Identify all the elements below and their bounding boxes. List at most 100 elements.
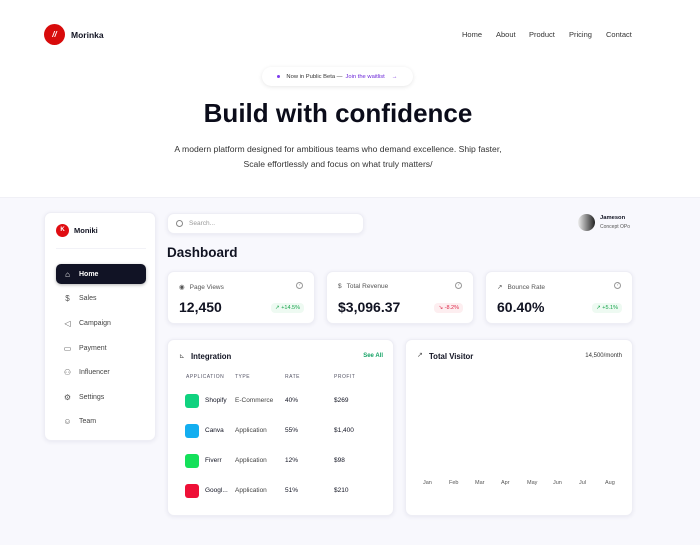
app-name: Googl... <box>205 487 228 494</box>
nav-contact[interactable]: Contact <box>606 30 632 39</box>
stat-label-text: Bounce Rate <box>507 284 545 291</box>
app-profit: $210 <box>334 487 348 494</box>
x-axis-label: Jul <box>579 480 586 486</box>
trend-badge: ↘ -8.2% <box>434 303 463 313</box>
hero-title: Build with confidence <box>0 98 676 129</box>
stat-label: ↗ Bounce Rate <box>497 283 545 291</box>
table-row[interactable]: Fiverr Application 12% $98 <box>185 454 385 468</box>
beta-pill[interactable]: Now in Public Beta — Join the waitlist → <box>262 67 413 86</box>
arrow-right-icon: → <box>392 74 398 80</box>
page-title: Dashboard <box>167 245 238 260</box>
app-logo <box>185 454 199 468</box>
waitlist-link[interactable]: Join the waitlist <box>345 74 384 80</box>
table-row[interactable]: Canva Application 55% $1,400 <box>185 424 385 438</box>
trend-up-icon: ↗ <box>497 283 502 291</box>
card-icon: ▭ <box>63 344 72 353</box>
stat-card-bounce-rate: ↗ Bounce Rate ? 60.40% ↗ +5.1% <box>485 271 633 324</box>
sidebar-item-label: Settings <box>79 394 104 401</box>
sidebar-item-team[interactable]: ☺ Team <box>56 411 146 431</box>
app-logo <box>185 484 199 498</box>
eye-icon: ◉ <box>179 283 185 291</box>
app-rate: 55% <box>285 427 298 434</box>
trend-value: -8.2% <box>445 305 459 311</box>
trend-value: +5.1% <box>602 305 618 311</box>
sidebar-item-label: Campaign <box>79 320 111 327</box>
pill-text: Now in Public Beta — <box>286 74 342 80</box>
sidebar-item-label: Team <box>79 418 96 425</box>
help-icon[interactable]: ? <box>455 282 462 289</box>
stat-card-page-views: ◉ Page Views ? 12,450 ↗ +14.5% <box>167 271 315 324</box>
subtitle-line: A modern platform designed for ambitious… <box>0 142 676 157</box>
stat-label-text: Page Views <box>190 284 224 291</box>
dollar-icon: $ <box>63 294 72 303</box>
sidebar-item-payment[interactable]: ▭Payment <box>56 338 146 358</box>
gear-icon: ⚙ <box>63 393 72 402</box>
column-header: RATE <box>285 374 300 380</box>
search-input[interactable]: Search... <box>167 213 364 234</box>
trend-value: +14.5% <box>281 305 300 311</box>
app-profit: $269 <box>334 397 348 404</box>
column-header: APPLICATION <box>186 374 224 380</box>
sidebar-item-label: Home <box>79 271 98 278</box>
x-axis-label: Jan <box>423 480 432 486</box>
avatar[interactable] <box>578 214 595 231</box>
help-icon[interactable]: ? <box>614 282 621 289</box>
subtitle-line: Scale effortlessly and focus on what tru… <box>0 157 676 172</box>
stat-value: 60.40% <box>497 299 544 315</box>
megaphone-icon: ◁ <box>63 319 72 328</box>
trend-badge: ↗ +5.1% <box>592 303 622 313</box>
stat-label-text: Total Revenue <box>347 283 389 290</box>
help-icon[interactable]: ? <box>296 282 303 289</box>
sidebar-item-influencer[interactable]: ⚇ Influencer <box>56 362 146 382</box>
sidebar-item-settings[interactable]: ⚙ Settings <box>56 387 146 407</box>
nav-about[interactable]: About <box>496 30 516 39</box>
sidebar-item-home[interactable]: ⌂ Home <box>56 264 146 284</box>
nav-home[interactable]: Home <box>462 30 482 39</box>
stat-card-total-revenue: $ Total Revenue ? $3,096.37 ↘ -8.2% <box>326 271 474 324</box>
logo[interactable]: // <box>44 24 65 45</box>
visitor-title: Total Visitor <box>429 352 473 361</box>
status-dot <box>277 75 280 78</box>
dollar-icon: $ <box>338 283 342 290</box>
app-name: Fiverr <box>205 457 222 464</box>
column-header: TYPE <box>235 374 250 380</box>
trend-up-icon: ↗ <box>417 351 423 359</box>
table-row[interactable]: Shopify E-Commerce 40% $269 <box>185 394 385 408</box>
sidebar: K Moniki ⌂ Home $Sales ◁ Campaign ▭Payment… <box>44 212 156 441</box>
x-axis-label: Feb <box>449 480 458 486</box>
sidebar-logo: K <box>56 224 69 237</box>
sidebar-item-campaign[interactable]: ◁ Campaign <box>56 313 146 333</box>
sidebar-item-sales[interactable]: $Sales <box>56 288 146 308</box>
trend-badge: ↗ +14.5% <box>271 303 304 313</box>
app-type: Application <box>235 427 267 434</box>
stat-label: ◉ Page Views <box>179 283 224 291</box>
stat-value: $3,096.37 <box>338 299 400 315</box>
stat-label: $ Total Revenue <box>338 283 388 290</box>
team-icon: ☺ <box>63 417 72 426</box>
integration-title: Integration <box>191 352 231 361</box>
app-rate: 12% <box>285 457 298 464</box>
divider <box>56 248 146 249</box>
app-type: Application <box>235 487 267 494</box>
stat-value: 12,450 <box>179 299 222 315</box>
home-icon: ⌂ <box>63 270 72 279</box>
hero-subtitle: A modern platform designed for ambitious… <box>0 142 676 172</box>
app-profit: $1,400 <box>334 427 354 434</box>
x-axis-label: Jun <box>553 480 562 486</box>
users-icon: ⚇ <box>63 368 72 377</box>
see-all-link[interactable]: See All <box>363 353 383 359</box>
nav-product[interactable]: Product <box>529 30 555 39</box>
app-type: Application <box>235 457 267 464</box>
app-rate: 51% <box>285 487 298 494</box>
integration-card: ⊾ Integration See All APPLICATION TYPE R… <box>167 339 394 516</box>
sidebar-brand: Moniki <box>74 226 98 235</box>
app-name: Shopify <box>205 397 227 404</box>
app-type: E-Commerce <box>235 397 273 404</box>
app-logo <box>185 424 199 438</box>
sidebar-item-label: Influencer <box>79 369 110 376</box>
app-profit: $98 <box>334 457 345 464</box>
table-row[interactable]: Googl... Application 51% $210 <box>185 484 385 498</box>
nav-pricing[interactable]: Pricing <box>569 30 592 39</box>
x-axis-label: May <box>527 480 537 486</box>
search-placeholder: Search... <box>189 220 215 227</box>
